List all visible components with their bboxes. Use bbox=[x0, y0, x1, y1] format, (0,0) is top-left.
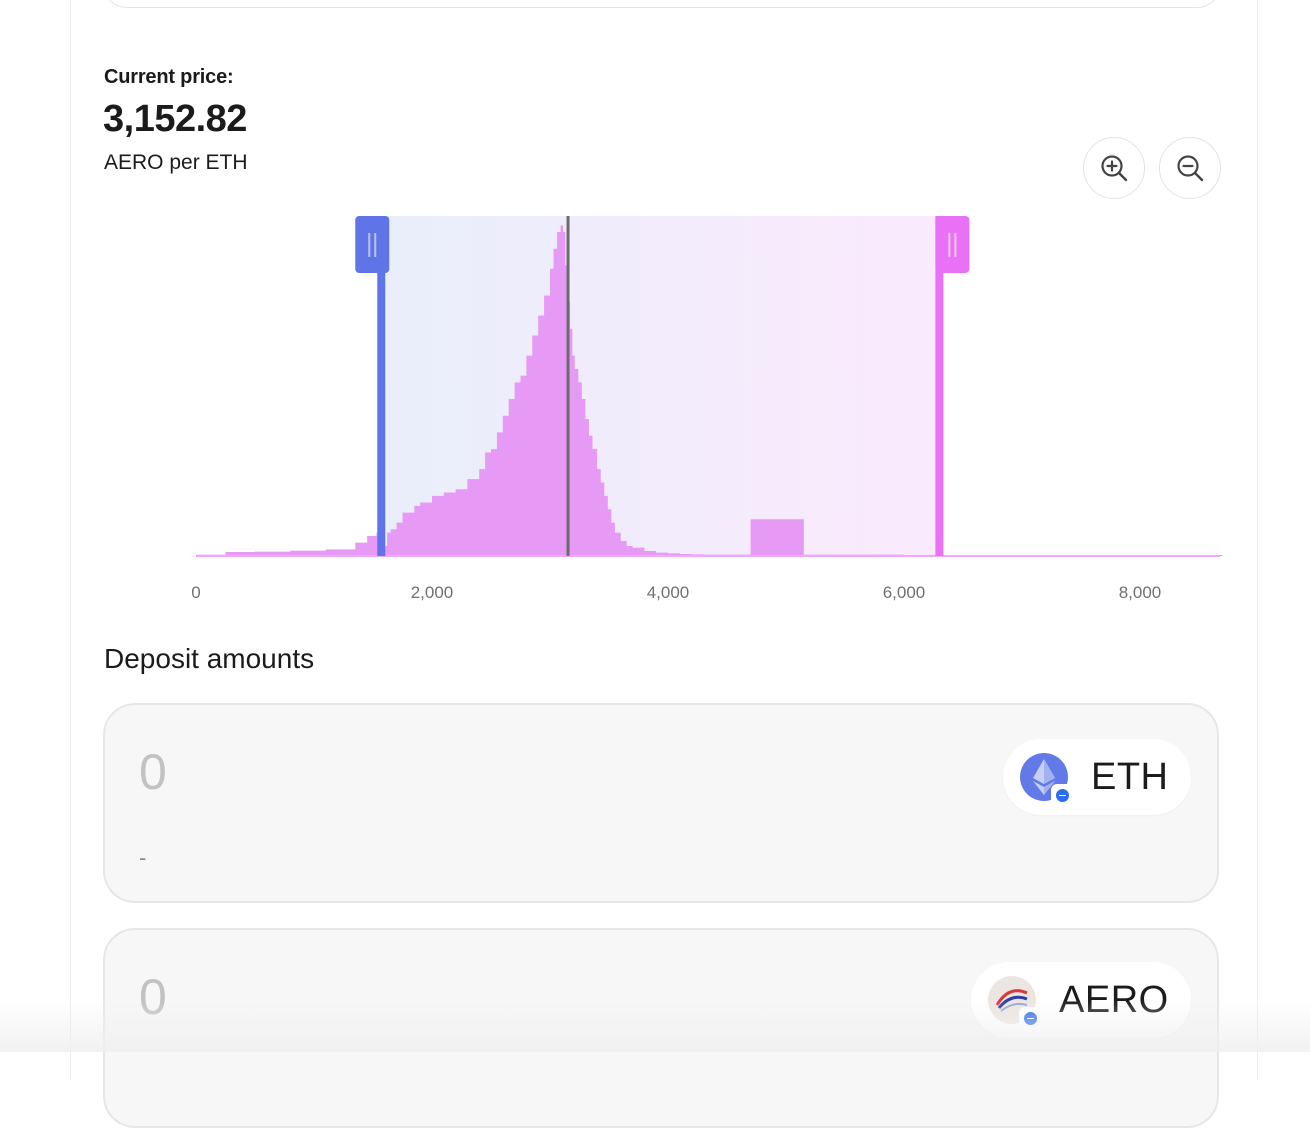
eth-token-label: ETH bbox=[1091, 755, 1169, 798]
deposit-aero-panel: AERO bbox=[103, 928, 1219, 1128]
x-tick-label: 6,000 bbox=[883, 583, 926, 602]
x-tick-label: 2,000 bbox=[411, 583, 454, 602]
aero-token-label: AERO bbox=[1059, 978, 1169, 1021]
liquidity-chart[interactable]: 0 2,000 4,000 6,000 8,000 bbox=[0, 0, 1310, 620]
aero-token-selector[interactable]: AERO bbox=[971, 962, 1191, 1038]
x-tick-label: 8,000 bbox=[1119, 583, 1162, 602]
eth-usd-value: - bbox=[139, 845, 147, 870]
x-tick-label: 0 bbox=[191, 583, 200, 602]
deposit-eth-panel: - ETH bbox=[103, 703, 1219, 903]
aero-icon bbox=[987, 975, 1041, 1029]
x-tick-label: 4,000 bbox=[647, 583, 690, 602]
eth-amount-input[interactable] bbox=[139, 743, 739, 801]
max-price-handle[interactable] bbox=[935, 216, 970, 273]
aero-amount-input[interactable] bbox=[139, 968, 739, 1026]
eth-icon bbox=[1019, 752, 1073, 806]
deposit-section-title: Deposit amounts bbox=[104, 643, 315, 674]
eth-token-selector[interactable]: ETH bbox=[1003, 739, 1191, 815]
min-price-handle[interactable] bbox=[355, 216, 390, 273]
